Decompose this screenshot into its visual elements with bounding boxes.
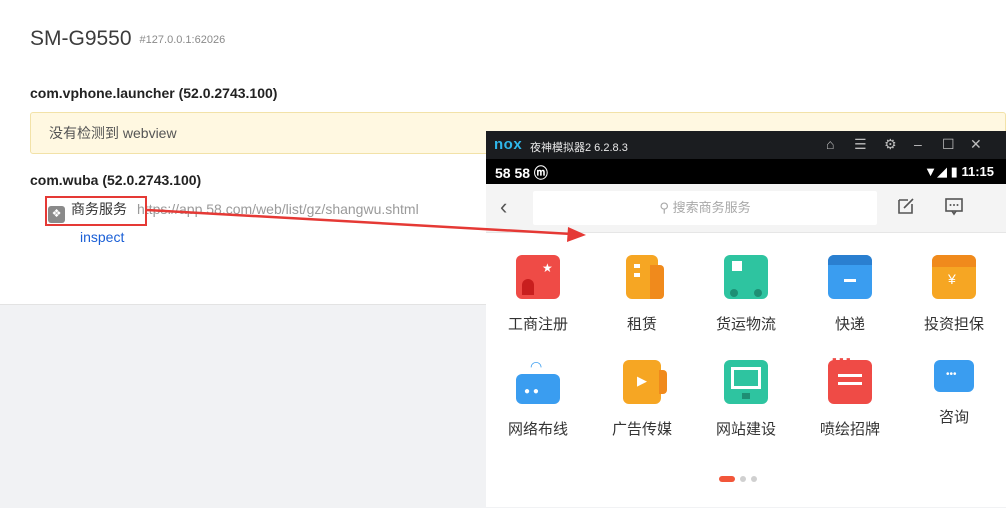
grid-item-label: 工商注册 (507, 316, 568, 333)
status-time: 11:15 (961, 164, 994, 179)
status-right: ▼◢ ▮ 11:15 (924, 164, 994, 180)
package-name-launcher: com.vphone.launcher (52.0.2743.100) (30, 85, 278, 101)
grid-item[interactable]: 快递 (798, 255, 902, 334)
page-dot (740, 476, 746, 482)
grid-item-label: 网络布线 (507, 421, 568, 438)
media-play-icon: ▶ (623, 360, 667, 404)
chat-icon: ••• (934, 360, 974, 392)
grid-item-label: 投资担保 (923, 316, 984, 333)
back-button[interactable]: ‹ (500, 194, 507, 220)
grid-item[interactable]: ¥ 投资担保 (902, 255, 1006, 334)
package-name-wuba: com.wuba (52.0.2743.100) (30, 172, 202, 188)
emulator-titlebar: nox 夜神模拟器2 6.2.8.3 ⌂ ☰ ⚙ – ☐ ✕ (486, 131, 1006, 159)
router-icon: ◠ ● ● (516, 358, 560, 404)
grid-item-label: 网站建设 (715, 421, 776, 438)
inspect-link[interactable]: inspect (80, 229, 124, 245)
wifi-signal-icon: ▼◢ (924, 164, 948, 179)
grid-item[interactable]: 租赁 (590, 255, 694, 334)
monitor-icon (724, 360, 768, 404)
menu-icon[interactable]: ☰ (854, 136, 867, 153)
emulator-window: nox 夜神模拟器2 6.2.8.3 ⌂ ☰ ⚙ – ☐ ✕ 58 58 ⓜ ▼… (486, 131, 1006, 507)
battery-icon: ▮ (950, 164, 958, 179)
page-dot (719, 476, 735, 482)
grid-item[interactable]: ▮▮▮ 喷绘招牌 (798, 356, 902, 439)
page-url: https://app.58.com/web/list/gz/shangwu.s… (137, 201, 419, 217)
shirt-icon[interactable]: ⌂ (826, 136, 834, 152)
grid-item[interactable]: ••• 咨询 (902, 360, 1006, 427)
express-box-icon (828, 255, 872, 299)
page-indicator (719, 469, 762, 487)
maximize-icon[interactable]: ☐ (942, 136, 955, 153)
android-status-bar: 58 58 ⓜ ▼◢ ▮ 11:15 (486, 159, 1006, 184)
grid-item[interactable]: ★ 工商注册 (486, 255, 590, 334)
grid-item-label: 喷绘招牌 (819, 421, 880, 438)
message-icon[interactable] (944, 196, 964, 216)
grid-item[interactable]: ◠ ● ● 网络布线 (486, 358, 590, 439)
highlight-box (45, 196, 147, 226)
grid-item[interactable]: 货运物流 (694, 255, 798, 334)
business-registration-icon: ★ (516, 255, 560, 299)
grid-item-label: 广告传媒 (611, 421, 672, 438)
search-input[interactable]: ⚲ 搜索商务服务 (533, 191, 877, 225)
grid-item-label: 咨询 (938, 409, 969, 426)
search-placeholder: 搜索商务服务 (672, 200, 751, 215)
device-address: #127.0.0.1:62026 (139, 34, 226, 46)
close-icon[interactable]: ✕ (970, 136, 982, 153)
app-search-bar: ‹ ⚲ 搜索商务服务 (486, 184, 1006, 233)
emulator-title: 夜神模拟器2 6.2.8.3 (530, 142, 628, 154)
grid-item-label: 租赁 (626, 316, 657, 333)
grid-item[interactable]: 网站建设 (694, 360, 798, 439)
edit-icon[interactable] (896, 196, 916, 216)
lease-icon (626, 255, 664, 299)
signboard-icon: ▮▮▮ (828, 356, 872, 404)
investment-icon: ¥ (932, 255, 976, 299)
search-icon: ⚲ (659, 200, 669, 215)
device-name: SM-G9550 (30, 27, 132, 50)
grid-item-label: 货运物流 (715, 316, 776, 333)
page-dot (751, 476, 757, 482)
grid-item[interactable]: ▶ 广告传媒 (590, 360, 694, 439)
device-title: SM-G9550 #127.0.0.1:62026 (30, 27, 225, 51)
status-notifications: 58 58 ⓜ (495, 165, 548, 181)
nox-logo: nox (494, 136, 523, 153)
settings-gear-icon[interactable]: ⚙ (884, 136, 897, 153)
minimize-icon[interactable]: – (914, 136, 922, 152)
grid-item-label: 快递 (834, 316, 865, 333)
truck-icon (724, 255, 768, 299)
